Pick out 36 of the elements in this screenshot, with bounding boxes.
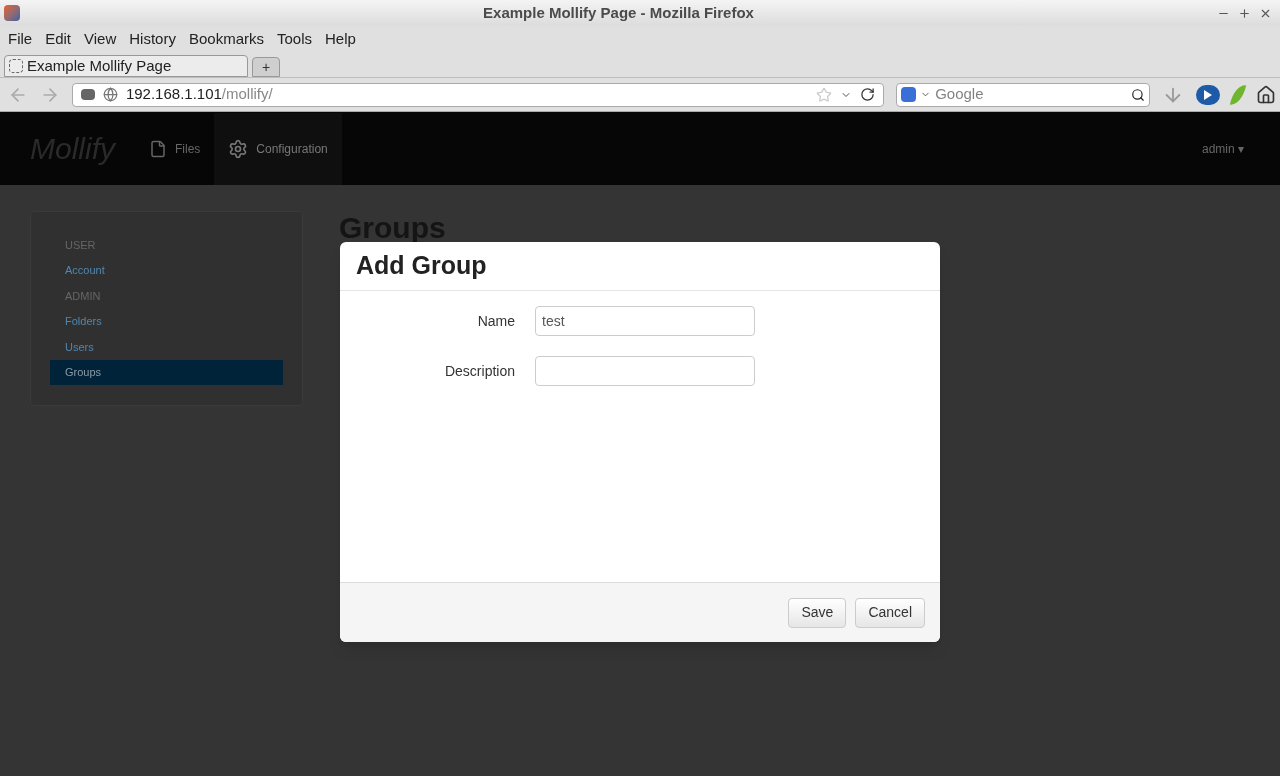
field-label: Name <box>476 311 515 331</box>
window-title: Example Mollify Page - Mozilla Firefox <box>483 2 754 23</box>
maximize-icon[interactable] <box>1238 6 1251 20</box>
nav-item[interactable]: Files <box>135 112 215 185</box>
search-engine-icon[interactable] <box>901 87 917 102</box>
field-label: Description <box>443 361 515 381</box>
url-text: 192.168.1.101/mollify/ <box>125 84 273 105</box>
menu-item[interactable]: Help <box>325 27 356 51</box>
bookmark-star-icon[interactable] <box>816 86 833 103</box>
reload-icon[interactable] <box>860 87 876 102</box>
home-icon[interactable] <box>1256 84 1276 105</box>
play-icon[interactable] <box>1196 84 1221 105</box>
file-icon <box>149 139 167 158</box>
address-bar[interactable]: 192.168.1.101/mollify/ <box>71 82 885 107</box>
sidebar-item[interactable]: Groups <box>50 359 283 385</box>
menu-item[interactable]: View <box>84 27 117 51</box>
browser-tab[interactable]: Example Mollify Page <box>4 55 248 77</box>
globe-icon <box>102 87 118 102</box>
search-field[interactable]: Google <box>935 83 1128 106</box>
menu-item[interactable]: Tools <box>277 27 312 51</box>
dialog-button[interactable]: Cancel <box>855 597 925 628</box>
menu-item[interactable]: Bookmarks <box>188 27 264 51</box>
search-box[interactable]: Google <box>896 82 1151 107</box>
dialog-title: Add Group <box>356 250 487 282</box>
text-field[interactable] <box>535 356 755 386</box>
nav-item[interactable]: Configuration <box>214 112 342 185</box>
page-icon <box>9 59 23 73</box>
dialog-button[interactable]: Save <box>788 597 847 628</box>
menu-item[interactable]: Edit <box>45 27 72 51</box>
user-menu[interactable]: admin ▾ <box>1201 139 1244 158</box>
text-field[interactable]: test <box>535 306 755 336</box>
gear-icon <box>228 138 249 159</box>
menu-item[interactable]: File <box>8 27 33 51</box>
menu-item[interactable]: History <box>129 27 176 51</box>
new-tab-button[interactable]: + <box>252 57 280 77</box>
search-icon[interactable] <box>1131 87 1146 102</box>
